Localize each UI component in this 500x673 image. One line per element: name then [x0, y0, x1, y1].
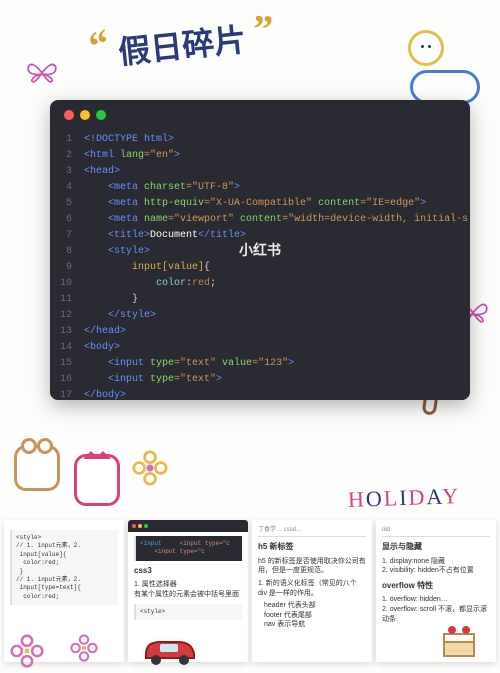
- sun-icon: [408, 30, 444, 66]
- thumbnail-card[interactable]: <style> // 1. input元素，2. input[value]{ c…: [4, 520, 124, 662]
- tab-strip: old: [382, 526, 490, 537]
- header-text-main: 假日碎片: [117, 21, 248, 70]
- code-snippet: <input <input type="c <input type="c: [134, 536, 242, 561]
- code-snippet: <style>: [134, 604, 242, 620]
- close-dot-icon: [64, 110, 74, 120]
- cat-icon: [74, 454, 120, 506]
- window-controls: [64, 110, 106, 120]
- card-subtitle: 1. 属性选择器: [134, 580, 242, 590]
- tab-strip: 丁香学… cssd…: [258, 526, 366, 537]
- card-title: 显示与隐藏: [382, 541, 490, 552]
- list-item: 1. display:none 隐藏: [382, 557, 490, 567]
- code-editor-window: 1 2 3 4 5 6 7 8 9 10 11 12 13 14 15 16 1…: [50, 100, 470, 400]
- list-item: 2. visibility: hidden不占有位置: [382, 566, 490, 576]
- code-content: <!DOCTYPE html> <html lang="en"> <head> …: [84, 132, 464, 400]
- quote-right: ”: [252, 5, 274, 53]
- card-text: h5 的新标签是否使用取决你公司有用，但是一度更规范。: [258, 557, 366, 577]
- thumbnail-card[interactable]: <input <input type="c <input type="c css…: [128, 520, 248, 662]
- butterfly-icon: [25, 60, 59, 90]
- thumbnail-card[interactable]: old 显示与隐藏 1. display:none 隐藏 2. visibili…: [376, 520, 496, 662]
- list-item: header 代表头部: [264, 601, 366, 611]
- holiday-text: HOLIDAY: [347, 483, 460, 513]
- minimize-dot-icon: [80, 110, 90, 120]
- header-title: “ 假日碎片 ”: [88, 11, 276, 77]
- bear-icon: [14, 445, 60, 491]
- card-title: h5 新标签: [258, 541, 366, 552]
- list-item: nav 表示导航: [264, 620, 366, 630]
- maximize-dot-icon: [96, 110, 106, 120]
- cloud-icon: [410, 70, 480, 104]
- thumbnail-card[interactable]: 丁香学… cssd… h5 新标签 h5 的新标签是否使用取决你公司有用，但是一…: [252, 520, 372, 662]
- list-item: footer 代表尾部: [264, 611, 366, 621]
- list-item: 1. overflow: hidden…: [382, 595, 490, 605]
- flower-icon: [132, 450, 168, 486]
- card-title: css3: [134, 565, 242, 576]
- card-text: 有某个属性的元素会被中括号里面: [134, 590, 242, 600]
- line-number-gutter: 1 2 3 4 5 6 7 8 9 10 11 12 13 14 15 16 1…: [50, 132, 78, 400]
- card-subtitle: overflow 特性: [382, 580, 490, 591]
- code-snippet: <style> // 1. input元素，2. input[value]{ c…: [10, 530, 118, 605]
- list-item: 2. overflow: scroll 不滚，都显示滚动条: [382, 605, 490, 625]
- thumbnail-row: <style> // 1. input元素，2. input[value]{ c…: [0, 516, 500, 666]
- quote-left: “: [84, 19, 116, 70]
- card-text: 1. 新的语义化标签（常见的八个 div 是一样的作用。: [258, 579, 366, 599]
